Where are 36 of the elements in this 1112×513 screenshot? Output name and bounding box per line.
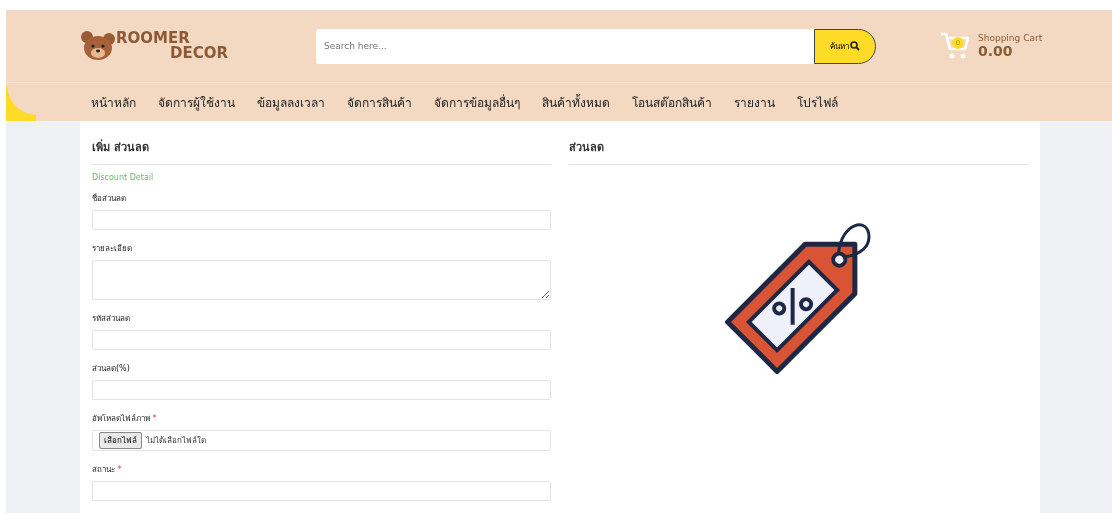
field-label: รายละเอียด [92, 243, 133, 256]
nav-link[interactable]: โปรไฟล์ [797, 93, 838, 112]
logo-text: ROOMER [116, 31, 190, 46]
corner-accent [6, 86, 36, 121]
field-label: รหัสส่วนลด [92, 312, 131, 325]
cart-icon[interactable] [940, 32, 970, 60]
nav-link[interactable]: จัดการข้อมูลอื่นๆ [434, 93, 520, 112]
form-title: เพิ่ม ส่วนลด [92, 121, 551, 165]
search-icon [850, 41, 860, 51]
text-area[interactable] [92, 260, 551, 300]
logo-text: DECOR [169, 46, 228, 61]
select-field[interactable] [92, 481, 551, 501]
nav-link[interactable]: สินค้าทั้งหมด [542, 93, 610, 112]
nav-link[interactable]: ข้อมูลลงเวลา [257, 93, 325, 112]
input-field[interactable] [92, 210, 551, 231]
input-field[interactable] [92, 379, 551, 401]
field-label: อัพโหลดไฟล์ภาพ * [92, 413, 158, 426]
cart-total: 0.00 [978, 43, 1014, 59]
input-field[interactable] [92, 329, 551, 350]
nav-link[interactable]: รายงาน [734, 93, 775, 112]
choose-file-button[interactable]: เลือกไฟล์ [99, 432, 142, 450]
field-label: ส่วนลด(%) [92, 362, 131, 375]
section-subtitle: Discount Detail [92, 173, 155, 182]
field-label: สถานะ * [92, 464, 123, 477]
nav-link[interactable]: หน้าหลัก [91, 93, 136, 112]
search-button[interactable]: ค้นหา [814, 28, 876, 64]
preview-title: ส่วนลด [569, 121, 1028, 165]
search-field[interactable]: Search here... ค้นหา [316, 28, 876, 64]
bear-icon [80, 30, 116, 62]
file-field[interactable]: เลือกไฟล์ ไม่ได้เลือกไฟล์ใด [92, 430, 551, 452]
nav-link[interactable]: โอนสต๊อกสินค้า [632, 93, 712, 112]
field-label: ชื่อส่วนลด [92, 192, 127, 205]
cart-label: Shopping Cart [978, 33, 1043, 43]
nav-link[interactable]: จัดการสินค้า [347, 93, 412, 112]
nav-link[interactable]: จัดการผู้ใช้งาน [158, 93, 235, 112]
file-status: ไม่ได้เลือกไฟล์ใด [146, 435, 206, 448]
